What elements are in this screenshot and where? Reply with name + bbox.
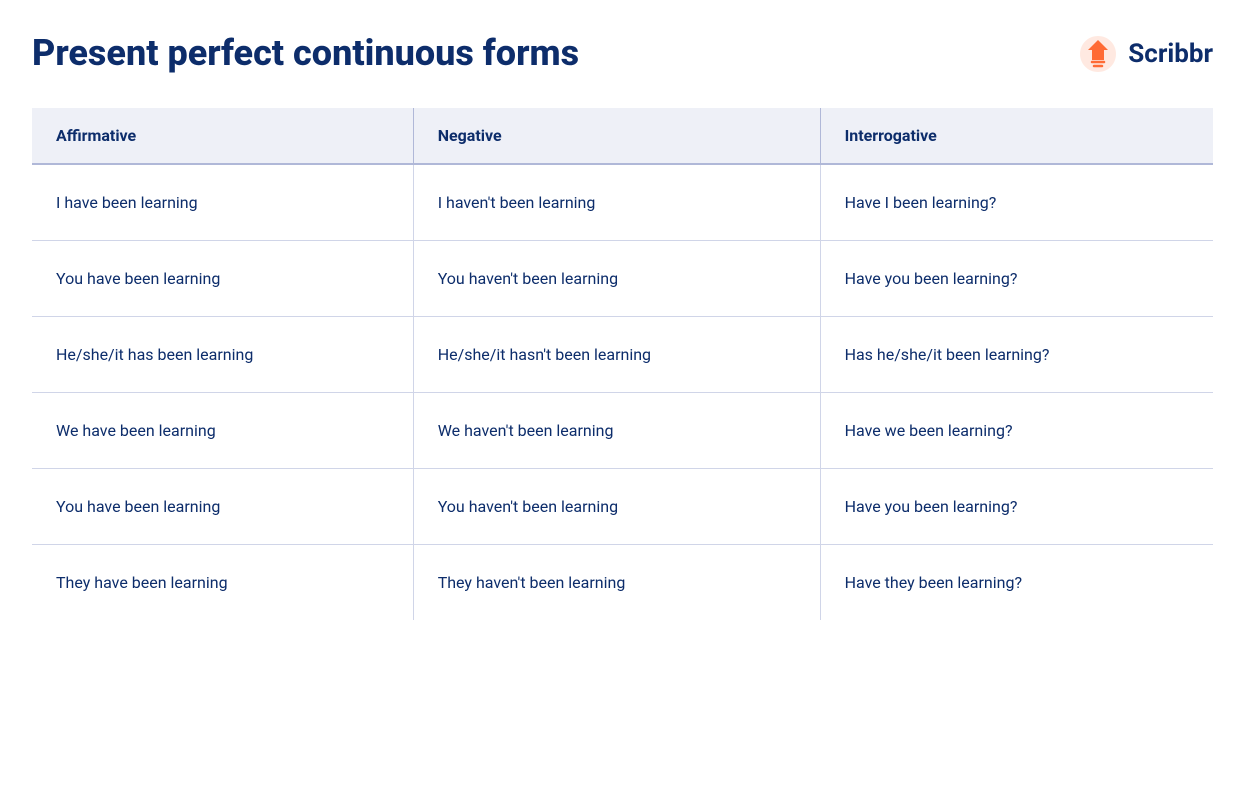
cell-interrogative-4: Have you been learning? — [820, 469, 1213, 545]
cell-negative-5: They haven't been learning — [413, 545, 820, 621]
cell-affirmative-4: You have been learning — [32, 469, 413, 545]
col-header-affirmative: Affirmative — [32, 108, 413, 164]
table-row: You have been learningYou haven't been l… — [32, 241, 1213, 317]
cell-interrogative-1: Have you been learning? — [820, 241, 1213, 317]
conjugation-table: Affirmative Negative Interrogative I hav… — [32, 108, 1213, 620]
cell-interrogative-0: Have I been learning? — [820, 164, 1213, 241]
cell-affirmative-5: They have been learning — [32, 545, 413, 621]
cell-affirmative-2: He/she/it has been learning — [32, 317, 413, 393]
cell-negative-3: We haven't been learning — [413, 393, 820, 469]
table-row: You have been learningYou haven't been l… — [32, 469, 1213, 545]
cell-negative-0: I haven't been learning — [413, 164, 820, 241]
logo: Scribbr — [1076, 32, 1213, 76]
cell-interrogative-2: Has he/she/it been learning? — [820, 317, 1213, 393]
table-row: I have been learningI haven't been learn… — [32, 164, 1213, 241]
table-header-row: Affirmative Negative Interrogative — [32, 108, 1213, 164]
cell-interrogative-5: Have they been learning? — [820, 545, 1213, 621]
cell-negative-2: He/she/it hasn't been learning — [413, 317, 820, 393]
cell-affirmative-1: You have been learning — [32, 241, 413, 317]
cell-affirmative-3: We have been learning — [32, 393, 413, 469]
col-header-negative: Negative — [413, 108, 820, 164]
page-title: Present perfect continuous forms — [32, 32, 579, 75]
table-row: They have been learningThey haven't been… — [32, 545, 1213, 621]
cell-negative-4: You haven't been learning — [413, 469, 820, 545]
logo-text: Scribbr — [1128, 39, 1213, 69]
col-header-interrogative: Interrogative — [820, 108, 1213, 164]
cell-interrogative-3: Have we been learning? — [820, 393, 1213, 469]
page-header: Present perfect continuous forms Scribbr — [32, 32, 1213, 76]
cell-affirmative-0: I have been learning — [32, 164, 413, 241]
table-row: He/she/it has been learningHe/she/it has… — [32, 317, 1213, 393]
table-row: We have been learningWe haven't been lea… — [32, 393, 1213, 469]
cell-negative-1: You haven't been learning — [413, 241, 820, 317]
scribbr-logo-icon — [1076, 32, 1120, 76]
